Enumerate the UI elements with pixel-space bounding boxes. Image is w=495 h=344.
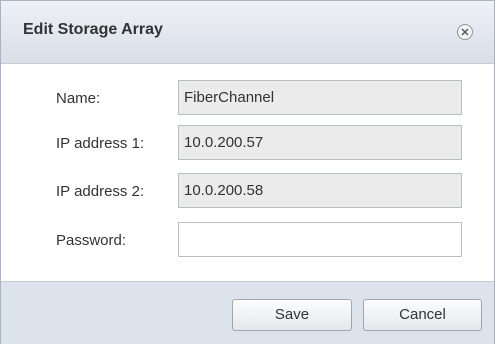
close-icon[interactable] [457,24,473,40]
cancel-button[interactable]: Cancel [363,299,482,331]
ip-address-2-field[interactable]: 10.0.200.58 [178,173,462,208]
dialog-title: Edit Storage Array [23,21,163,38]
ip-address-2-row: IP address 2: 10.0.200.58 [1,173,494,213]
name-label: Name: [56,90,101,107]
ip-address-1-label: IP address 1: [56,135,145,152]
save-button[interactable]: Save [232,299,352,331]
name-field[interactable]: FiberChannel [178,80,462,115]
ip-address-2-label: IP address 2: [56,183,145,200]
ip-address-1-field[interactable]: 10.0.200.57 [178,125,462,160]
dialog-footer: Save Cancel [1,281,494,344]
password-row: Password: [1,222,494,262]
dialog-titlebar: Edit Storage Array [1,1,494,64]
password-label: Password: [56,232,127,249]
ip-address-1-row: IP address 1: 10.0.200.57 [1,125,494,165]
name-row: Name: FiberChannel [1,80,494,120]
password-field[interactable] [178,222,462,257]
edit-storage-array-dialog: Edit Storage Array Name: FiberChannel IP… [0,0,495,344]
